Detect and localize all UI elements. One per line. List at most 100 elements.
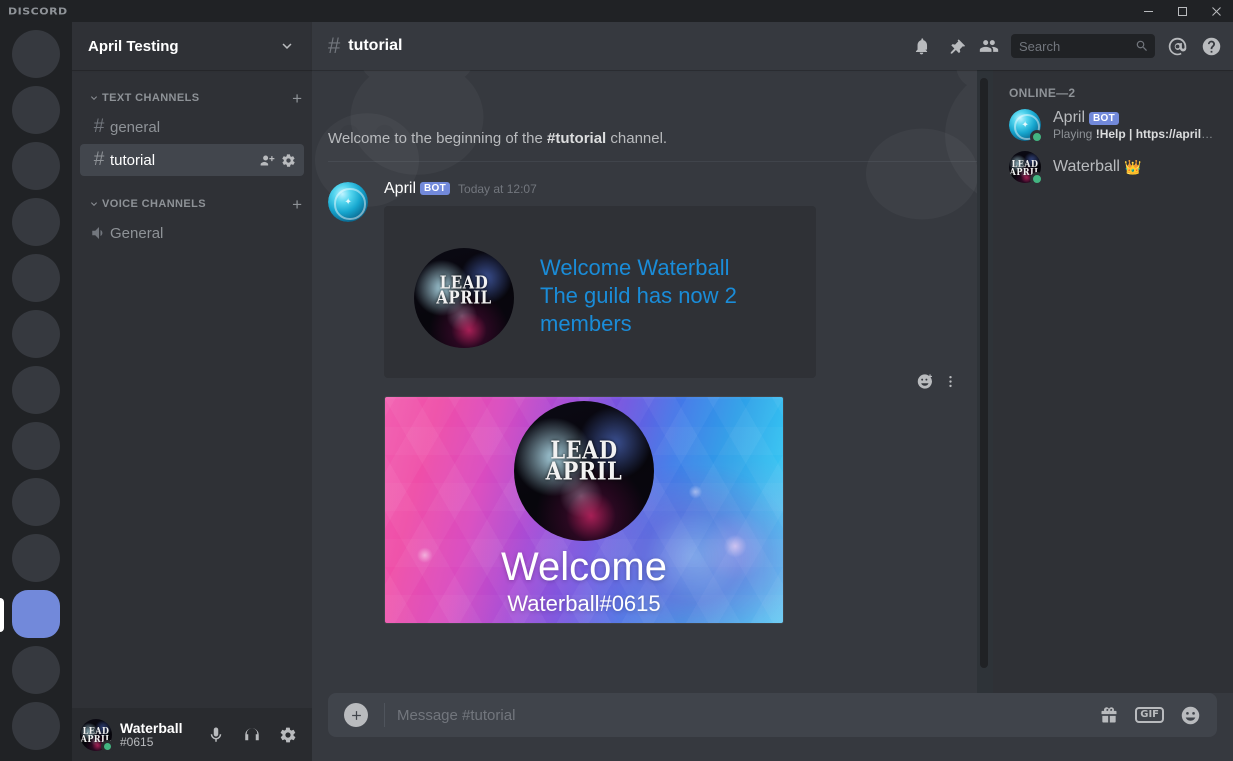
server-icon[interactable] bbox=[12, 702, 60, 750]
gift-button[interactable] bbox=[1099, 705, 1119, 725]
member-list-header: ONLINE—2 bbox=[1009, 86, 1076, 100]
member-name-row: Waterball 👑 bbox=[1053, 158, 1141, 176]
message-embed: LEAD APRIL Welcome Waterball The guild ha… bbox=[384, 206, 816, 378]
status-badge-bot: BOT bbox=[420, 182, 451, 195]
scrollbar-thumb[interactable] bbox=[980, 78, 988, 668]
channel-list: TEXT CHANNELS + # general # tutorial VOI… bbox=[72, 70, 312, 708]
embed-description-line-1: Welcome Waterball bbox=[540, 255, 730, 280]
hash-icon: # bbox=[328, 33, 341, 58]
upload-attachment-button[interactable] bbox=[344, 703, 368, 727]
user-info: Waterball #0615 bbox=[120, 720, 200, 749]
list-item[interactable]: ✦ April BOT Playing !Help | https://apri… bbox=[1001, 104, 1225, 146]
server-rail bbox=[0, 22, 72, 761]
server-icon[interactable] bbox=[12, 422, 60, 470]
avatar: ✦ bbox=[1009, 109, 1044, 144]
sidebar-item-voice-general[interactable]: General bbox=[80, 217, 304, 249]
user-panel: LEAD APRIL Waterball #0615 bbox=[72, 708, 312, 761]
member-list: ONLINE—2 ✦ April BOT Playing !Help | htt… bbox=[993, 70, 1233, 693]
more-options-icon[interactable] bbox=[941, 372, 959, 390]
emoji-button[interactable] bbox=[1180, 705, 1201, 726]
server-icon[interactable] bbox=[12, 478, 60, 526]
list-item[interactable]: LEAD APRIL Waterball 👑 bbox=[1001, 146, 1225, 188]
guild-name: April Testing bbox=[88, 37, 179, 55]
category-voice-channels[interactable]: VOICE CHANNELS + bbox=[72, 192, 312, 216]
channel-settings-gear-icon[interactable] bbox=[281, 153, 296, 168]
member-activity-detail: !Help | https://aprilbot.me bbox=[1095, 127, 1217, 141]
chevron-down-icon bbox=[278, 37, 296, 55]
channel-name: tutorial bbox=[110, 151, 156, 169]
avatar[interactable]: LEAD APRIL bbox=[80, 718, 114, 753]
server-icon[interactable] bbox=[12, 646, 60, 694]
sidebar-item-general[interactable]: # general bbox=[80, 111, 304, 143]
message-header: April BOT Today at 12:07 bbox=[384, 180, 945, 198]
message-input-bar: GIF bbox=[312, 693, 1233, 761]
message-input-box[interactable]: GIF bbox=[328, 693, 1217, 737]
guild-header[interactable]: April Testing bbox=[72, 22, 312, 70]
close-button[interactable] bbox=[1199, 0, 1233, 22]
beginning-suffix: channel. bbox=[606, 130, 668, 147]
member-name: April bbox=[1053, 109, 1086, 126]
server-icon[interactable] bbox=[12, 198, 60, 246]
server-icon[interactable] bbox=[12, 534, 60, 582]
search-icon bbox=[1135, 39, 1149, 53]
server-icon[interactable] bbox=[12, 86, 60, 134]
server-icon[interactable] bbox=[12, 366, 60, 414]
user-settings-button[interactable] bbox=[272, 719, 304, 751]
avatar[interactable]: ✦ bbox=[328, 182, 368, 222]
help-question-icon[interactable] bbox=[1197, 32, 1225, 60]
create-channel-button[interactable]: + bbox=[292, 196, 304, 213]
page-title: tutorial bbox=[348, 37, 403, 54]
member-info: April BOT Playing !Help | https://aprilb… bbox=[1053, 109, 1217, 141]
user-discriminator: #0615 bbox=[120, 735, 154, 749]
status-badge-online bbox=[1030, 130, 1044, 144]
add-reaction-icon[interactable] bbox=[915, 372, 933, 390]
minimize-button[interactable] bbox=[1131, 0, 1165, 22]
server-icon[interactable] bbox=[12, 310, 60, 358]
channel-beginning-text: Welcome to the beginning of the #tutoria… bbox=[328, 130, 977, 161]
microphone-button[interactable] bbox=[200, 719, 232, 751]
status-badge-bot: BOT bbox=[1089, 111, 1120, 125]
server-icon[interactable] bbox=[12, 142, 60, 190]
member-list-people-icon[interactable] bbox=[975, 32, 1003, 60]
server-icon-active[interactable] bbox=[0, 590, 60, 638]
discord-app: April Testing TEXT CHANNELS + # general … bbox=[0, 22, 1233, 761]
message-body: April BOT Today at 12:07 LEAD APRIL Welc… bbox=[384, 180, 945, 378]
member-activity-prefix: Playing bbox=[1053, 127, 1096, 141]
message-author[interactable]: April bbox=[384, 180, 416, 198]
server-icon[interactable] bbox=[12, 254, 60, 302]
channels-sidebar: April Testing TEXT CHANNELS + # general … bbox=[72, 22, 312, 761]
channel-name: General bbox=[110, 224, 164, 242]
scrollbar[interactable] bbox=[977, 70, 993, 693]
channel-name: general bbox=[110, 118, 161, 136]
mentions-at-icon[interactable] bbox=[1163, 32, 1191, 60]
headphones-button[interactable] bbox=[236, 719, 268, 751]
search-input[interactable] bbox=[1019, 34, 1135, 58]
status-badge-online bbox=[1030, 172, 1044, 186]
chat-and-members: Welcome to the beginning of the #tutoria… bbox=[312, 70, 1233, 693]
category-label: TEXT CHANNELS bbox=[102, 92, 200, 104]
hash-icon: # bbox=[93, 116, 105, 137]
beginning-prefix: Welcome to the beginning of the bbox=[328, 130, 548, 147]
notifications-bell-icon[interactable] bbox=[907, 32, 935, 60]
banner-welcome-text: Welcome bbox=[501, 545, 667, 589]
server-icon[interactable] bbox=[12, 30, 60, 78]
gif-button[interactable]: GIF bbox=[1135, 707, 1164, 723]
message-input[interactable] bbox=[384, 703, 1100, 727]
channel-header: # tutorial bbox=[312, 22, 1233, 70]
search-bar[interactable] bbox=[1011, 34, 1155, 58]
member-name: Waterball bbox=[1053, 158, 1120, 175]
sidebar-item-tutorial[interactable]: # tutorial bbox=[80, 144, 304, 176]
chevron-down-icon bbox=[88, 92, 100, 104]
channel-actions bbox=[260, 153, 296, 168]
maximize-button[interactable] bbox=[1165, 0, 1199, 22]
speaker-icon bbox=[88, 224, 110, 242]
pinned-messages-pin-icon[interactable] bbox=[941, 32, 969, 60]
message-scroll-container: Welcome to the beginning of the #tutoria… bbox=[312, 70, 993, 693]
embed-description-line-3: members bbox=[540, 311, 632, 336]
add-member-icon[interactable] bbox=[260, 153, 275, 168]
welcome-banner-image[interactable]: LEAD APRIL Welcome Waterball#0615 bbox=[384, 396, 784, 624]
category-text-channels[interactable]: TEXT CHANNELS + bbox=[72, 86, 312, 110]
create-channel-button[interactable]: + bbox=[292, 90, 304, 107]
member-info: Waterball 👑 bbox=[1053, 158, 1141, 176]
embed-thumbnail[interactable]: LEAD APRIL bbox=[414, 248, 514, 348]
